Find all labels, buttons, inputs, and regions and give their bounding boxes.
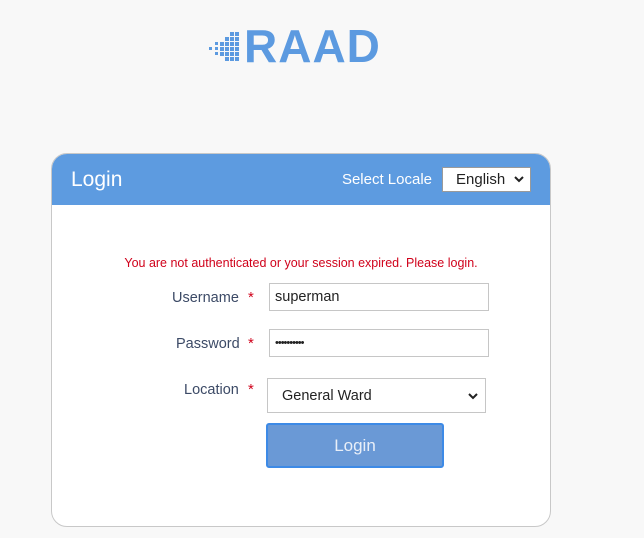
location-required-mark: * bbox=[248, 381, 254, 398]
login-button[interactable]: Login bbox=[266, 423, 444, 468]
username-value: superman bbox=[275, 289, 340, 305]
password-value: •••••••••• bbox=[275, 337, 304, 349]
card-header: Login Select Locale English bbox=[52, 154, 550, 205]
location-select-value: General Ward bbox=[282, 387, 372, 404]
location-select[interactable]: General Ward bbox=[267, 378, 486, 413]
chevron-down-icon bbox=[514, 176, 524, 183]
locale-select-value: English bbox=[456, 171, 506, 188]
location-label: Location bbox=[184, 382, 239, 398]
chevron-down-icon bbox=[468, 393, 478, 400]
username-required-mark: * bbox=[248, 289, 254, 306]
raad-logo: RAAD bbox=[206, 22, 381, 70]
pixel-dots-icon bbox=[209, 32, 239, 61]
password-required-mark: * bbox=[248, 335, 254, 352]
logo-text: RAAD bbox=[244, 20, 381, 72]
username-label: Username bbox=[172, 290, 239, 306]
login-button-label: Login bbox=[334, 435, 376, 455]
locale-label: Select Locale bbox=[341, 171, 432, 188]
login-card: Login Select Locale English You are not … bbox=[51, 153, 551, 527]
card-title: Login bbox=[71, 167, 123, 191]
locale-select[interactable]: English bbox=[442, 167, 531, 192]
password-input[interactable]: •••••••••• bbox=[269, 329, 489, 357]
session-error-message: You are not authenticated or your sessio… bbox=[124, 256, 478, 270]
username-input[interactable]: superman bbox=[269, 283, 489, 311]
password-label: Password bbox=[176, 336, 240, 352]
login-page: RAAD Login Select Locale English You are… bbox=[0, 0, 644, 538]
